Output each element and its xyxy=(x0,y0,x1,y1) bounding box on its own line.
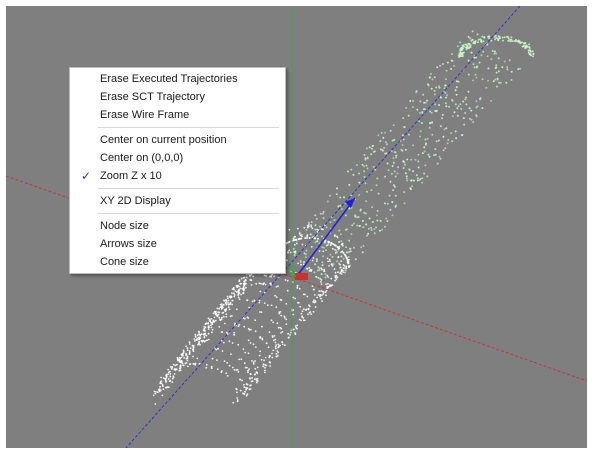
menu-item-label: Arrows size xyxy=(100,238,157,250)
3d-viewport[interactable]: Erase Executed Trajectories Erase SCT Tra… xyxy=(6,6,587,448)
menu-item-center-on-current-position[interactable]: Center on current position xyxy=(70,131,285,149)
sct-trajectory-point-cloud xyxy=(281,30,535,281)
menu-item-node-size[interactable]: Node size xyxy=(70,217,285,235)
origin-x-marker xyxy=(295,273,308,280)
menu-separator xyxy=(98,127,279,128)
menu-separator xyxy=(98,188,279,189)
menu-item-zoom-z-x-10[interactable]: ✓ Zoom Z x 10 xyxy=(70,167,285,185)
menu-item-label: XY 2D Display xyxy=(100,195,171,207)
menu-item-arrows-size[interactable]: Arrows size xyxy=(70,235,285,253)
menu-item-erase-executed-trajectories[interactable]: Erase Executed Trajectories xyxy=(70,70,285,88)
menu-separator xyxy=(98,213,279,214)
menu-item-label: Center on current position xyxy=(100,134,227,146)
menu-item-center-on-0-0-0[interactable]: Center on (0,0,0) xyxy=(70,149,285,167)
menu-item-label: Erase SCT Trajectory xyxy=(100,91,205,103)
direction-arrow-shaft xyxy=(296,197,356,277)
menu-item-label: Node size xyxy=(100,220,149,232)
menu-item-xy-2d-display[interactable]: XY 2D Display xyxy=(70,192,285,210)
menu-item-label: Zoom Z x 10 xyxy=(100,170,162,182)
menu-item-cone-size[interactable]: Cone size xyxy=(70,253,285,271)
menu-item-label: Center on (0,0,0) xyxy=(100,152,184,164)
direction-arrow-head xyxy=(345,198,355,208)
context-menu: Erase Executed Trajectories Erase SCT Tra… xyxy=(69,67,286,274)
menu-item-erase-wire-frame[interactable]: Erase Wire Frame xyxy=(70,106,285,124)
menu-item-erase-sct-trajectory[interactable]: Erase SCT Trajectory xyxy=(70,88,285,106)
menu-item-label: Erase Executed Trajectories xyxy=(100,73,238,85)
menu-item-label: Cone size xyxy=(100,256,149,268)
checkmark-icon: ✓ xyxy=(81,169,92,183)
menu-item-label: Erase Wire Frame xyxy=(100,109,190,121)
